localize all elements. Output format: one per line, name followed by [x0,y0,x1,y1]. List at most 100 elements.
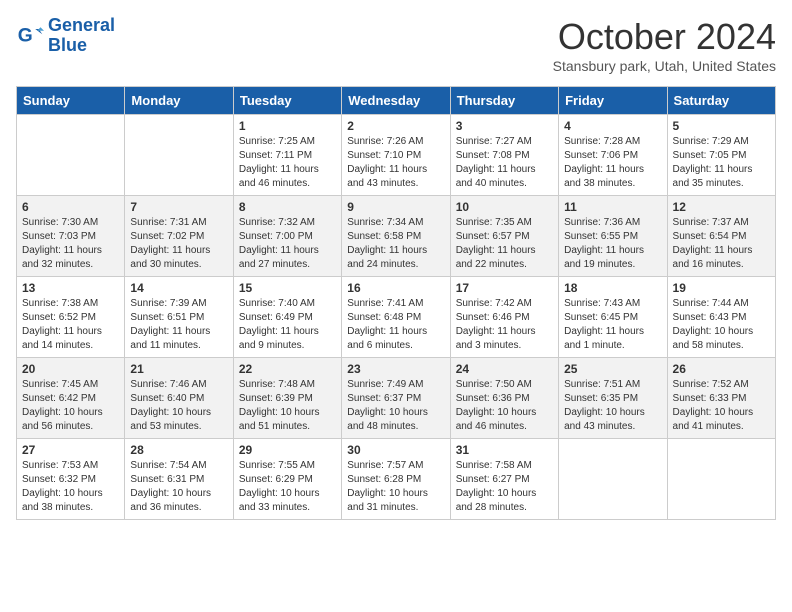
calendar-day-cell: 28 Sunrise: 7:54 AM Sunset: 6:31 PM Dayli… [125,439,233,520]
weekday-header-cell: Thursday [450,87,558,115]
calendar-day-cell: 10 Sunrise: 7:35 AM Sunset: 6:57 PM Dayli… [450,196,558,277]
calendar-day-cell: 3Sunrise: 7:27 AM Sunset: 7:08 PM Daylig… [450,115,558,196]
location-subtitle: Stansbury park, Utah, United States [553,58,776,74]
day-number: 20 [22,362,119,376]
day-number: 21 [130,362,227,376]
day-number: 14 [130,281,227,295]
calendar-day-cell: 9Sunrise: 7:34 AM Sunset: 6:58 PM Daylig… [342,196,450,277]
calendar-day-cell [125,115,233,196]
calendar-day-cell: 30Sunrise: 7:57 AM Sunset: 6:28 PM Dayli… [342,439,450,520]
day-info: Sunrise: 7:58 AM Sunset: 6:27 PM Dayligh… [456,459,553,515]
day-number: 26 [673,362,770,376]
calendar-day-cell: 25 Sunrise: 7:51 AM Sunset: 6:35 PM Dayli… [559,358,667,439]
day-info: Sunrise: 7:45 AM Sunset: 6:42 PM Dayligh… [22,378,119,434]
day-info: Sunrise: 7:39 AM Sunset: 6:51 PM Dayligh… [130,297,227,353]
day-number: 28 [130,443,227,457]
day-number: 8 [239,200,336,214]
day-number: 12 [673,200,770,214]
logo: G General Blue [16,16,115,56]
day-number: 30 [347,443,444,457]
calendar-day-cell: 8 Sunrise: 7:32 AM Sunset: 7:00 PM Daylig… [233,196,341,277]
calendar-day-cell: 12Sunrise: 7:37 AM Sunset: 6:54 PM Dayli… [667,196,775,277]
day-number: 5 [673,119,770,133]
calendar-week-row: 27Sunrise: 7:53 AM Sunset: 6:32 PM Dayli… [17,439,776,520]
day-info: Sunrise: 7:26 AM Sunset: 7:10 PM Dayligh… [347,135,444,191]
weekday-header-cell: Tuesday [233,87,341,115]
logo-line1: General [48,15,115,35]
calendar-day-cell: 27Sunrise: 7:53 AM Sunset: 6:32 PM Dayli… [17,439,125,520]
calendar-day-cell: 17 Sunrise: 7:42 AM Sunset: 6:46 PM Dayli… [450,277,558,358]
calendar-body: 1 Sunrise: 7:25 AM Sunset: 7:11 PM Daylig… [17,115,776,520]
day-number: 24 [456,362,553,376]
calendar-day-cell [17,115,125,196]
day-number: 17 [456,281,553,295]
calendar-day-cell: 7 Sunrise: 7:31 AM Sunset: 7:02 PM Daylig… [125,196,233,277]
day-number: 22 [239,362,336,376]
day-number: 4 [564,119,661,133]
calendar-day-cell [559,439,667,520]
calendar-day-cell: 31 Sunrise: 7:58 AM Sunset: 6:27 PM Dayli… [450,439,558,520]
title-block: October 2024 Stansbury park, Utah, Unite… [553,16,776,74]
calendar-day-cell: 13 Sunrise: 7:38 AM Sunset: 6:52 PM Dayli… [17,277,125,358]
day-info: Sunrise: 7:32 AM Sunset: 7:00 PM Dayligh… [239,216,336,272]
day-info: Sunrise: 7:50 AM Sunset: 6:36 PM Dayligh… [456,378,553,434]
day-info: Sunrise: 7:28 AM Sunset: 7:06 PM Dayligh… [564,135,661,191]
weekday-header-cell: Wednesday [342,87,450,115]
logo-line2: Blue [48,35,87,55]
calendar-day-cell: 22 Sunrise: 7:48 AM Sunset: 6:39 PM Dayli… [233,358,341,439]
day-number: 15 [239,281,336,295]
calendar-day-cell: 21 Sunrise: 7:46 AM Sunset: 6:40 PM Dayli… [125,358,233,439]
day-info: Sunrise: 7:48 AM Sunset: 6:39 PM Dayligh… [239,378,336,434]
calendar-table: SundayMondayTuesdayWednesdayThursdayFrid… [16,86,776,520]
day-info: Sunrise: 7:44 AM Sunset: 6:43 PM Dayligh… [673,297,770,353]
day-number: 19 [673,281,770,295]
day-info: Sunrise: 7:52 AM Sunset: 6:33 PM Dayligh… [673,378,770,434]
weekday-header-cell: Sunday [17,87,125,115]
calendar-week-row: 13 Sunrise: 7:38 AM Sunset: 6:52 PM Dayli… [17,277,776,358]
calendar-day-cell: 19 Sunrise: 7:44 AM Sunset: 6:43 PM Dayli… [667,277,775,358]
calendar-day-cell: 6 Sunrise: 7:30 AM Sunset: 7:03 PM Daylig… [17,196,125,277]
svg-text:G: G [18,25,33,46]
weekday-header-row: SundayMondayTuesdayWednesdayThursdayFrid… [17,87,776,115]
day-number: 10 [456,200,553,214]
day-info: Sunrise: 7:31 AM Sunset: 7:02 PM Dayligh… [130,216,227,272]
day-number: 2 [347,119,444,133]
day-info: Sunrise: 7:49 AM Sunset: 6:37 PM Dayligh… [347,378,444,434]
day-number: 7 [130,200,227,214]
day-number: 25 [564,362,661,376]
day-number: 16 [347,281,444,295]
calendar-day-cell: 5 Sunrise: 7:29 AM Sunset: 7:05 PM Daylig… [667,115,775,196]
day-number: 23 [347,362,444,376]
day-info: Sunrise: 7:51 AM Sunset: 6:35 PM Dayligh… [564,378,661,434]
day-number: 13 [22,281,119,295]
calendar-week-row: 20 Sunrise: 7:45 AM Sunset: 6:42 PM Dayli… [17,358,776,439]
day-info: Sunrise: 7:42 AM Sunset: 6:46 PM Dayligh… [456,297,553,353]
day-number: 31 [456,443,553,457]
weekday-header-cell: Saturday [667,87,775,115]
weekday-header-cell: Monday [125,87,233,115]
month-title: October 2024 [553,16,776,58]
day-info: Sunrise: 7:53 AM Sunset: 6:32 PM Dayligh… [22,459,119,515]
day-info: Sunrise: 7:25 AM Sunset: 7:11 PM Dayligh… [239,135,336,191]
calendar-day-cell: 26 Sunrise: 7:52 AM Sunset: 6:33 PM Dayli… [667,358,775,439]
calendar-day-cell [667,439,775,520]
day-info: Sunrise: 7:34 AM Sunset: 6:58 PM Dayligh… [347,216,444,272]
day-number: 3 [456,119,553,133]
day-info: Sunrise: 7:55 AM Sunset: 6:29 PM Dayligh… [239,459,336,515]
day-info: Sunrise: 7:40 AM Sunset: 6:49 PM Dayligh… [239,297,336,353]
calendar-day-cell: 1 Sunrise: 7:25 AM Sunset: 7:11 PM Daylig… [233,115,341,196]
day-info: Sunrise: 7:38 AM Sunset: 6:52 PM Dayligh… [22,297,119,353]
calendar-day-cell: 2 Sunrise: 7:26 AM Sunset: 7:10 PM Daylig… [342,115,450,196]
logo-text: General Blue [48,16,115,56]
day-info: Sunrise: 7:54 AM Sunset: 6:31 PM Dayligh… [130,459,227,515]
logo-icon: G [16,22,44,50]
day-info: Sunrise: 7:46 AM Sunset: 6:40 PM Dayligh… [130,378,227,434]
day-info: Sunrise: 7:30 AM Sunset: 7:03 PM Dayligh… [22,216,119,272]
day-number: 1 [239,119,336,133]
calendar-day-cell: 15 Sunrise: 7:40 AM Sunset: 6:49 PM Dayli… [233,277,341,358]
day-info: Sunrise: 7:35 AM Sunset: 6:57 PM Dayligh… [456,216,553,272]
day-info: Sunrise: 7:29 AM Sunset: 7:05 PM Dayligh… [673,135,770,191]
day-number: 6 [22,200,119,214]
calendar-day-cell: 18Sunrise: 7:43 AM Sunset: 6:45 PM Dayli… [559,277,667,358]
calendar-week-row: 6 Sunrise: 7:30 AM Sunset: 7:03 PM Daylig… [17,196,776,277]
